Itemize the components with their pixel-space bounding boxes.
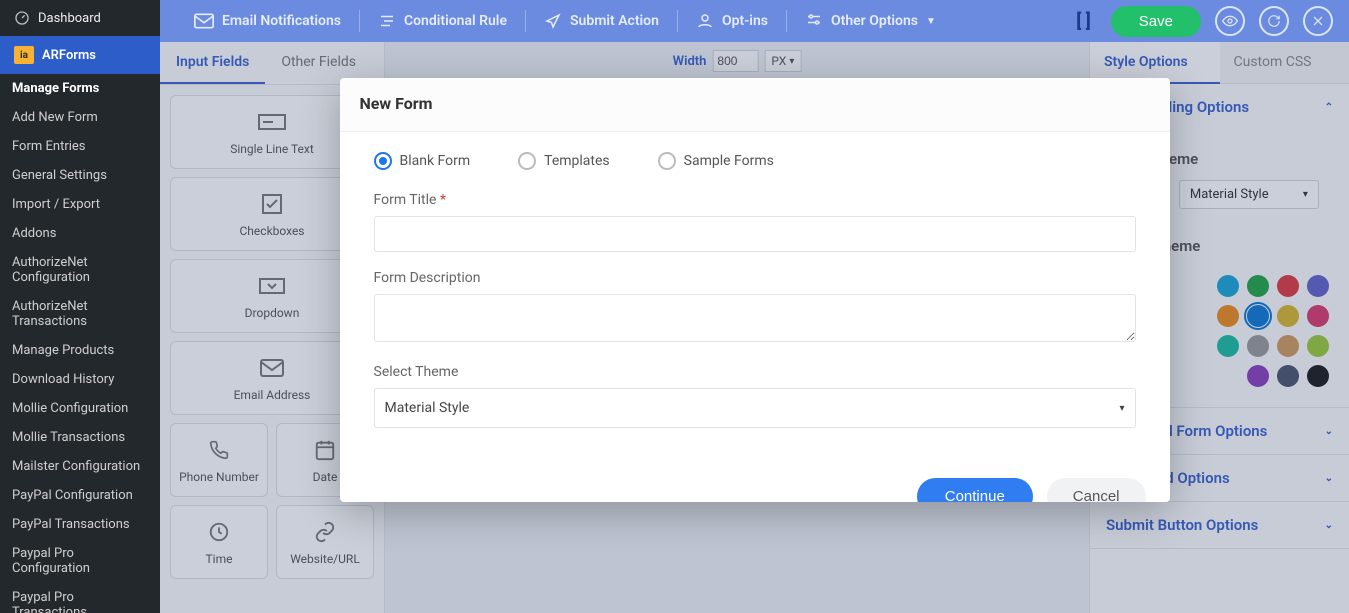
dashboard-icon	[14, 10, 30, 26]
close-button[interactable]	[1303, 6, 1333, 36]
sidebar-item-paypal-pro-config[interactable]: Paypal Pro Configuration	[0, 539, 160, 583]
conditional-icon	[378, 12, 396, 30]
new-form-modal: New Form Blank Form Templates Sample For…	[340, 78, 1170, 502]
sidebar-item-manage-forms[interactable]: Manage Forms	[0, 74, 160, 103]
sidebar-item-mollie-config[interactable]: Mollie Configuration	[0, 394, 160, 423]
sidebar-dashboard-label: Dashboard	[38, 11, 101, 26]
sidebar-item-authnet-config[interactable]: AuthorizeNet Configuration	[0, 248, 160, 292]
select-theme-dropdown[interactable]: Material Style ▾	[374, 388, 1136, 428]
submit-icon	[544, 12, 562, 30]
chevron-down-icon: ▾	[1119, 403, 1124, 414]
form-description-input[interactable]	[374, 294, 1136, 342]
modal-backdrop: New Form Blank Form Templates Sample For…	[160, 42, 1349, 613]
sidebar-item-entries[interactable]: Form Entries	[0, 132, 160, 161]
topbar-optins[interactable]: Opt-ins	[678, 0, 786, 42]
arforms-logo-icon: ia	[14, 46, 34, 64]
modal-footer: Continue Cancel	[340, 466, 1170, 502]
chevron-down-icon: ▼	[926, 16, 936, 27]
topbar: Email Notifications Conditional Rule Sub…	[160, 0, 1349, 42]
modal-title: New Form	[340, 78, 1170, 132]
radio-templates[interactable]: Templates	[518, 152, 610, 170]
wp-sidebar: Dashboard ia ARForms Manage Forms Add Ne…	[0, 0, 160, 613]
shortcode-button[interactable]: [ ]	[1070, 11, 1097, 32]
sidebar-arforms[interactable]: ia ARForms	[0, 36, 160, 74]
sidebar-item-authnet-trans[interactable]: AuthorizeNet Transactions	[0, 292, 160, 336]
topbar-submit-action[interactable]: Submit Action	[526, 0, 677, 42]
email-icon	[194, 13, 214, 29]
select-theme-label: Select Theme	[374, 364, 1136, 380]
optins-icon	[696, 12, 714, 30]
topbar-right: [ ] Save	[1070, 6, 1333, 37]
sidebar-item-addons[interactable]: Addons	[0, 219, 160, 248]
sidebar-item-paypal-trans[interactable]: PayPal Transactions	[0, 510, 160, 539]
form-title-label: Form Title *	[374, 192, 1136, 208]
cancel-button[interactable]: Cancel	[1047, 478, 1146, 502]
continue-button[interactable]: Continue	[917, 478, 1033, 502]
settings-icon	[805, 12, 823, 30]
preview-button[interactable]	[1215, 6, 1245, 36]
modal-body: Blank Form Templates Sample Forms Form T…	[340, 132, 1170, 466]
radio-icon	[374, 152, 392, 170]
sidebar-item-paypal-config[interactable]: PayPal Configuration	[0, 481, 160, 510]
radio-sample-forms[interactable]: Sample Forms	[658, 152, 774, 170]
form-description-label: Form Description	[374, 270, 1136, 286]
radio-icon	[518, 152, 536, 170]
topbar-other-options[interactable]: Other Options ▼	[787, 0, 954, 42]
sidebar-item-mailster-config[interactable]: Mailster Configuration	[0, 452, 160, 481]
form-type-radios: Blank Form Templates Sample Forms	[374, 152, 1136, 170]
sidebar-item-add-form[interactable]: Add New Form	[0, 103, 160, 132]
sidebar-item-download-history[interactable]: Download History	[0, 365, 160, 394]
refresh-button[interactable]	[1259, 6, 1289, 36]
save-button[interactable]: Save	[1111, 6, 1201, 37]
sidebar-item-paypal-pro-trans[interactable]: Paypal Pro Transactions	[0, 583, 160, 613]
form-title-input[interactable]	[374, 216, 1136, 252]
radio-icon	[658, 152, 676, 170]
sidebar-item-general[interactable]: General Settings	[0, 161, 160, 190]
sidebar-dashboard[interactable]: Dashboard	[0, 0, 160, 36]
sidebar-arforms-label: ARForms	[42, 48, 96, 63]
sidebar-item-manage-products[interactable]: Manage Products	[0, 336, 160, 365]
sidebar-item-mollie-trans[interactable]: Mollie Transactions	[0, 423, 160, 452]
topbar-email-notifications[interactable]: Email Notifications	[176, 0, 359, 42]
sidebar-item-import-export[interactable]: Import / Export	[0, 190, 160, 219]
topbar-conditional-rule[interactable]: Conditional Rule	[360, 0, 525, 42]
radio-blank-form[interactable]: Blank Form	[374, 152, 471, 170]
